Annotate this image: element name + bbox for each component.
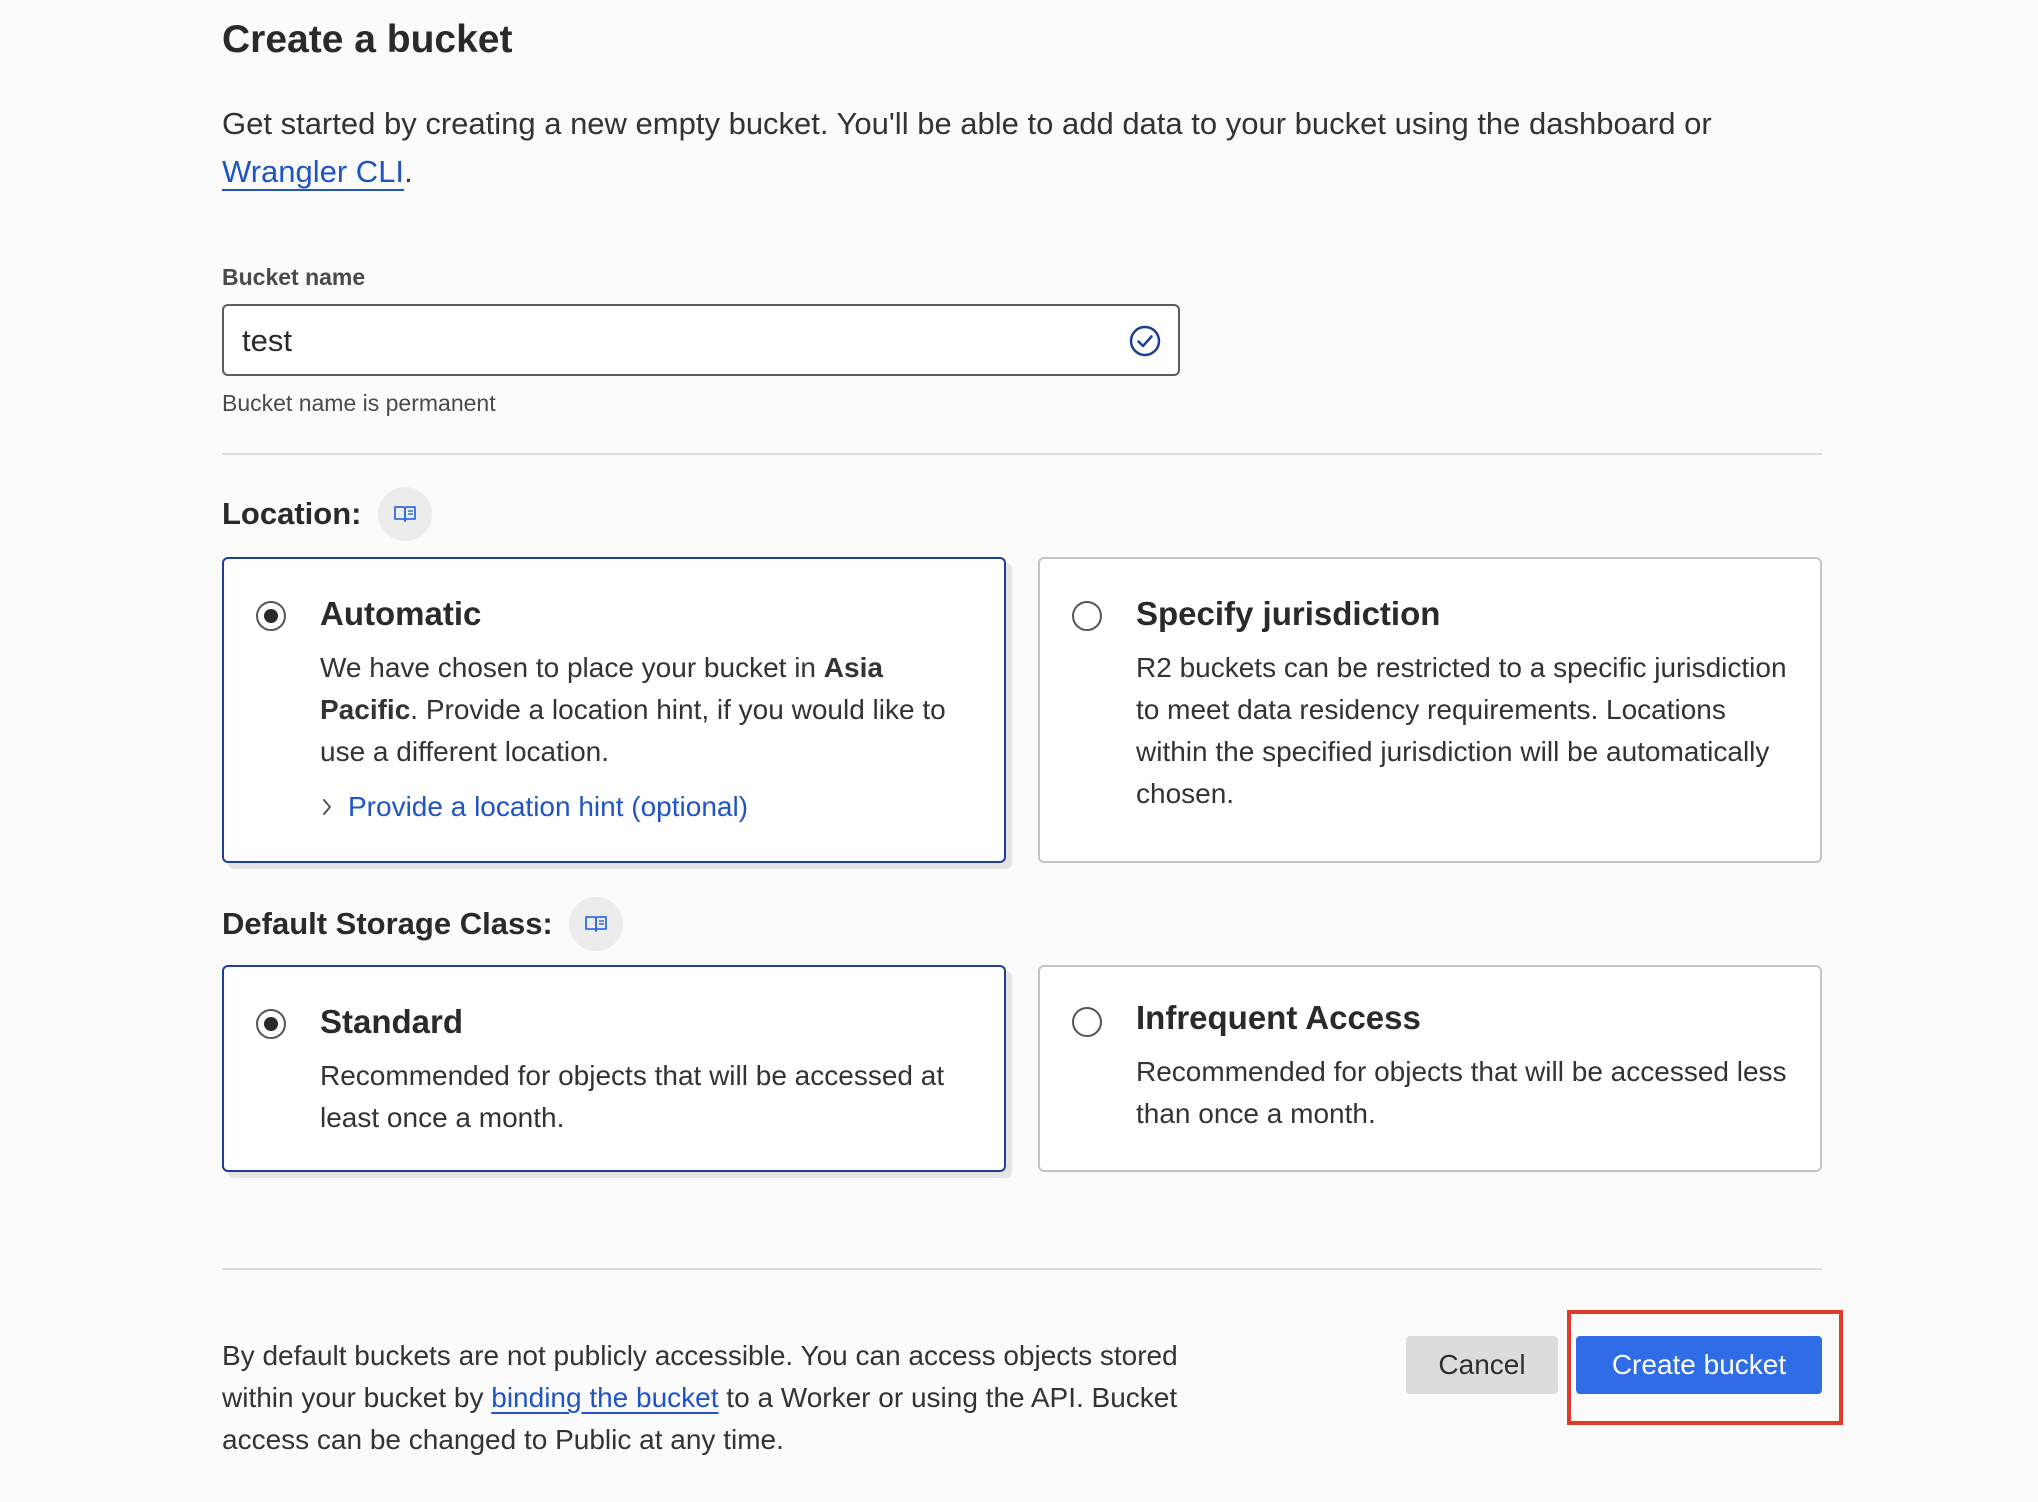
location-option-jurisdiction[interactable]: Specify jurisdiction R2 buckets can be r… [1038, 557, 1822, 863]
standard-title: Standard [320, 1003, 464, 1040]
cancel-button[interactable]: Cancel [1406, 1336, 1558, 1394]
intro-sentence: Get started by creating a new empty buck… [222, 106, 1712, 141]
infrequent-access-radio[interactable] [1072, 1007, 1102, 1037]
book-icon[interactable] [568, 897, 623, 951]
storage-option-standard[interactable]: Standard Recommended for objects that wi… [222, 965, 1006, 1172]
divider [222, 453, 1822, 455]
binding-the-bucket-link[interactable]: binding the bucket [491, 1382, 718, 1413]
location-label: Location: [222, 496, 362, 531]
storage-class-label: Default Storage Class: [222, 906, 553, 941]
location-section-label: Location: [222, 487, 432, 541]
jurisdiction-description: R2 buckets can be restricted to a specif… [1136, 652, 1787, 809]
location-option-automatic[interactable]: Automatic We have chosen to place your b… [222, 557, 1006, 863]
jurisdiction-radio[interactable] [1072, 601, 1102, 631]
standard-description: Recommended for objects that will be acc… [320, 1060, 945, 1133]
location-hint-toggle[interactable]: Provide a location hint (optional) [320, 791, 748, 823]
storage-option-infrequent-access[interactable]: Infrequent Access Recommended for object… [1038, 965, 1822, 1172]
automatic-radio[interactable] [256, 601, 286, 631]
chevron-right-icon [323, 799, 331, 815]
infrequent-access-description: Recommended for objects that will be acc… [1136, 1056, 1787, 1129]
public-access-note: By default buckets are not publicly acce… [222, 1335, 1242, 1461]
automatic-desc-post: . Provide a location hint, if you would … [320, 694, 946, 767]
check-circle-icon [1129, 325, 1161, 357]
standard-radio[interactable] [256, 1009, 286, 1039]
bucket-name-label: Bucket name [222, 264, 366, 290]
bucket-name-input[interactable] [240, 318, 1104, 364]
divider [222, 1268, 1822, 1270]
page-title: Create a bucket [222, 18, 513, 61]
intro-text: Get started by creating a new empty buck… [222, 100, 1822, 196]
automatic-title: Automatic [320, 595, 482, 632]
location-hint-label: Provide a location hint (optional) [348, 791, 749, 822]
infrequent-access-title: Infrequent Access [1136, 999, 1421, 1036]
jurisdiction-title: Specify jurisdiction [1136, 595, 1441, 632]
storage-class-section-label: Default Storage Class: [222, 897, 623, 951]
book-icon[interactable] [377, 487, 432, 541]
intro-period: . [404, 154, 413, 189]
automatic-desc-pre: We have chosen to place your bucket in [320, 652, 824, 683]
create-bucket-button[interactable]: Create bucket [1576, 1336, 1822, 1394]
bucket-name-help: Bucket name is permanent [222, 390, 496, 416]
wrangler-cli-link[interactable]: Wrangler CLI [222, 154, 404, 189]
bucket-name-field[interactable] [222, 304, 1180, 376]
automatic-description: We have chosen to place your bucket in A… [320, 647, 980, 773]
